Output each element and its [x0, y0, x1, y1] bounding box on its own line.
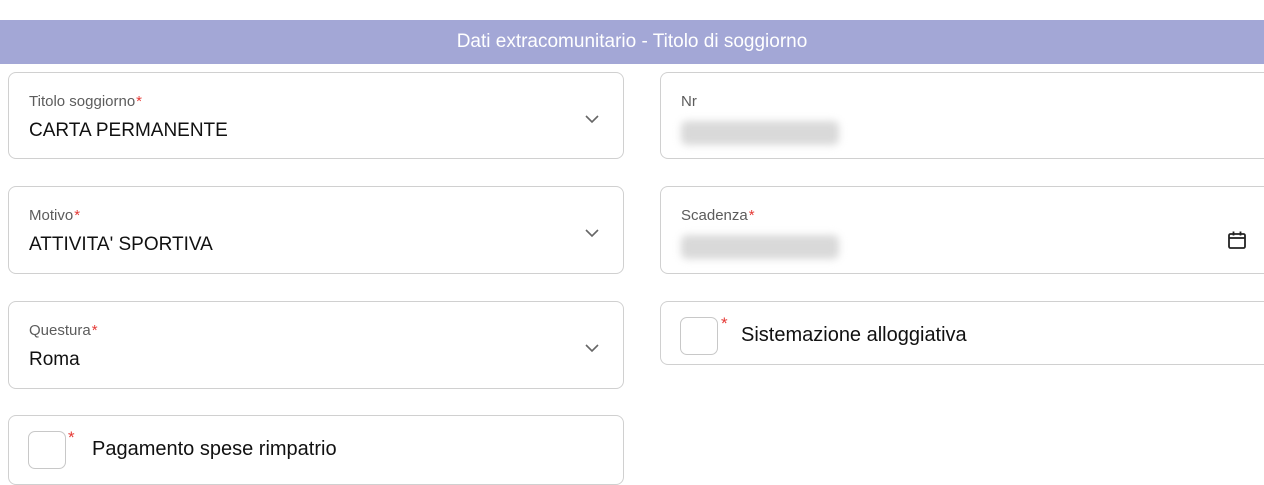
questura-label: Questura*	[29, 322, 98, 339]
questura-value: Roma	[29, 349, 80, 370]
required-marker: *	[68, 428, 75, 447]
motivo-select[interactable]: Motivo* ATTIVITA' SPORTIVA	[8, 186, 624, 274]
chevron-down-icon[interactable]	[583, 113, 601, 125]
nr-label: Nr	[681, 93, 697, 110]
titolo-soggiorno-value: CARTA PERMANENTE	[29, 120, 228, 141]
nr-field[interactable]: Nr	[660, 72, 1264, 159]
chevron-down-icon[interactable]	[583, 227, 601, 239]
sistemazione-alloggiativa-checkbox[interactable]	[680, 317, 718, 355]
section-header: Dati extracomunitario - Titolo di soggio…	[0, 20, 1264, 64]
scadenza-redacted-value	[681, 235, 839, 259]
nr-redacted-value	[681, 121, 839, 145]
motivo-label: Motivo*	[29, 207, 81, 224]
motivo-value: ATTIVITA' SPORTIVA	[29, 234, 213, 255]
pagamento-spese-rimpatrio-label: Pagamento spese rimpatrio	[92, 438, 337, 460]
section-title: Dati extracomunitario - Titolo di soggio…	[456, 31, 808, 52]
calendar-icon[interactable]	[1226, 229, 1248, 251]
titolo-soggiorno-select[interactable]: Titolo soggiorno* CARTA PERMANENTE	[8, 72, 624, 159]
scadenza-label: Scadenza*	[681, 207, 755, 224]
pagamento-spese-rimpatrio-checkbox[interactable]	[28, 431, 66, 469]
pagamento-spese-rimpatrio-field: * Pagamento spese rimpatrio	[8, 415, 624, 485]
sistemazione-alloggiativa-label: Sistemazione alloggiativa	[741, 324, 967, 346]
chevron-down-icon[interactable]	[583, 342, 601, 354]
questura-select[interactable]: Questura* Roma	[8, 301, 624, 389]
required-marker: *	[721, 314, 728, 333]
sistemazione-alloggiativa-field: * Sistemazione alloggiativa	[660, 301, 1264, 365]
scadenza-date-field[interactable]: Scadenza*	[660, 186, 1264, 274]
titolo-soggiorno-label: Titolo soggiorno*	[29, 93, 143, 110]
